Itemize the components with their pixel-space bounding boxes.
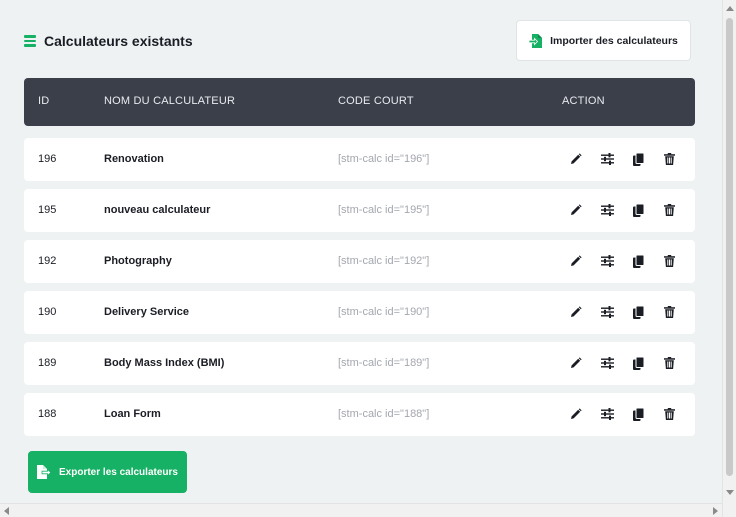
column-header-name: NOM DU CALCULATEUR [104,95,236,107]
export-calculators-label: Exporter les calculateurs [59,466,178,478]
export-calculators-button[interactable]: Exporter les calculateurs [28,451,187,493]
scroll-right-icon[interactable] [713,507,718,515]
sliders-icon[interactable] [599,203,615,217]
copy-icon[interactable] [630,152,646,166]
pencil-icon[interactable] [568,203,584,217]
table-row: 190 Delivery Service [stm-calc id="190"] [24,291,695,334]
copy-icon[interactable] [630,407,646,421]
sliders-icon[interactable] [599,254,615,268]
row-actions [568,305,677,319]
vertical-scrollbar[interactable] [722,0,736,517]
trash-icon[interactable] [661,152,677,166]
column-header-action: ACTION [562,95,605,107]
sliders-icon[interactable] [599,152,615,166]
import-calculators-button[interactable]: Importer des calculateurs [516,20,691,61]
trash-icon[interactable] [661,356,677,370]
row-actions [568,254,677,268]
file-import-icon [529,33,543,48]
row-calculator-name: Delivery Service [104,306,190,318]
pencil-icon[interactable] [568,356,584,370]
row-shortcode: [stm-calc id="188"] [338,408,430,420]
sliders-icon[interactable] [599,407,615,421]
row-id: 189 [38,357,57,369]
scroll-up-icon[interactable] [726,6,734,11]
row-calculator-name: Photography [104,255,172,267]
copy-icon[interactable] [630,254,646,268]
row-calculator-name: Loan Form [104,408,161,420]
trash-icon[interactable] [661,254,677,268]
row-calculator-name: Body Mass Index (BMI) [104,357,225,369]
table-row: 188 Loan Form [stm-calc id="188"] [24,393,695,436]
scroll-down-icon[interactable] [726,490,734,495]
sliders-icon[interactable] [599,305,615,319]
trash-icon[interactable] [661,203,677,217]
table-header: ID NOM DU CALCULATEUR CODE COURT ACTION [24,78,695,126]
row-actions [568,407,677,421]
pencil-icon[interactable] [568,254,584,268]
column-header-shortcode: CODE COURT [338,95,414,107]
copy-icon[interactable] [630,356,646,370]
row-shortcode: [stm-calc id="190"] [338,306,430,318]
sliders-icon[interactable] [599,356,615,370]
copy-icon[interactable] [630,203,646,217]
trash-icon[interactable] [661,407,677,421]
row-id: 196 [38,153,57,165]
column-header-id: ID [38,95,50,107]
row-shortcode: [stm-calc id="192"] [338,255,430,267]
file-export-icon [37,465,52,479]
page: Calculateurs existants Importer des calc… [0,0,736,517]
row-id: 188 [38,408,57,420]
row-id: 190 [38,306,57,318]
copy-icon[interactable] [630,305,646,319]
page-header: Calculateurs existants Importer des calc… [24,20,695,62]
row-actions [568,356,677,370]
pencil-icon[interactable] [568,152,584,166]
scroll-left-icon[interactable] [4,507,9,515]
table-row: 196 Renovation [stm-calc id="196"] [24,138,695,181]
pencil-icon[interactable] [568,305,584,319]
row-actions [568,152,677,166]
page-title-text: Calculateurs existants [44,33,193,49]
table-row: 189 Body Mass Index (BMI) [stm-calc id="18… [24,342,695,385]
table-row: 192 Photography [stm-calc id="192"] [24,240,695,283]
row-shortcode: [stm-calc id="196"] [338,153,430,165]
horizontal-scrollbar[interactable] [0,503,722,517]
page-title: Calculateurs existants [24,33,193,49]
row-shortcode: [stm-calc id="195"] [338,204,430,216]
trash-icon[interactable] [661,305,677,319]
row-calculator-name: Renovation [104,153,164,165]
list-icon [24,35,36,47]
row-shortcode: [stm-calc id="189"] [338,357,430,369]
row-calculator-name: nouveau calculateur [104,204,211,216]
table-row: 195 nouveau calculateur [stm-calc id="195"… [24,189,695,232]
pencil-icon[interactable] [568,407,584,421]
row-id: 195 [38,204,57,216]
scrollbar-thumb[interactable] [726,18,733,476]
import-calculators-label: Importer des calculateurs [550,34,678,47]
row-actions [568,203,677,217]
row-id: 192 [38,255,57,267]
